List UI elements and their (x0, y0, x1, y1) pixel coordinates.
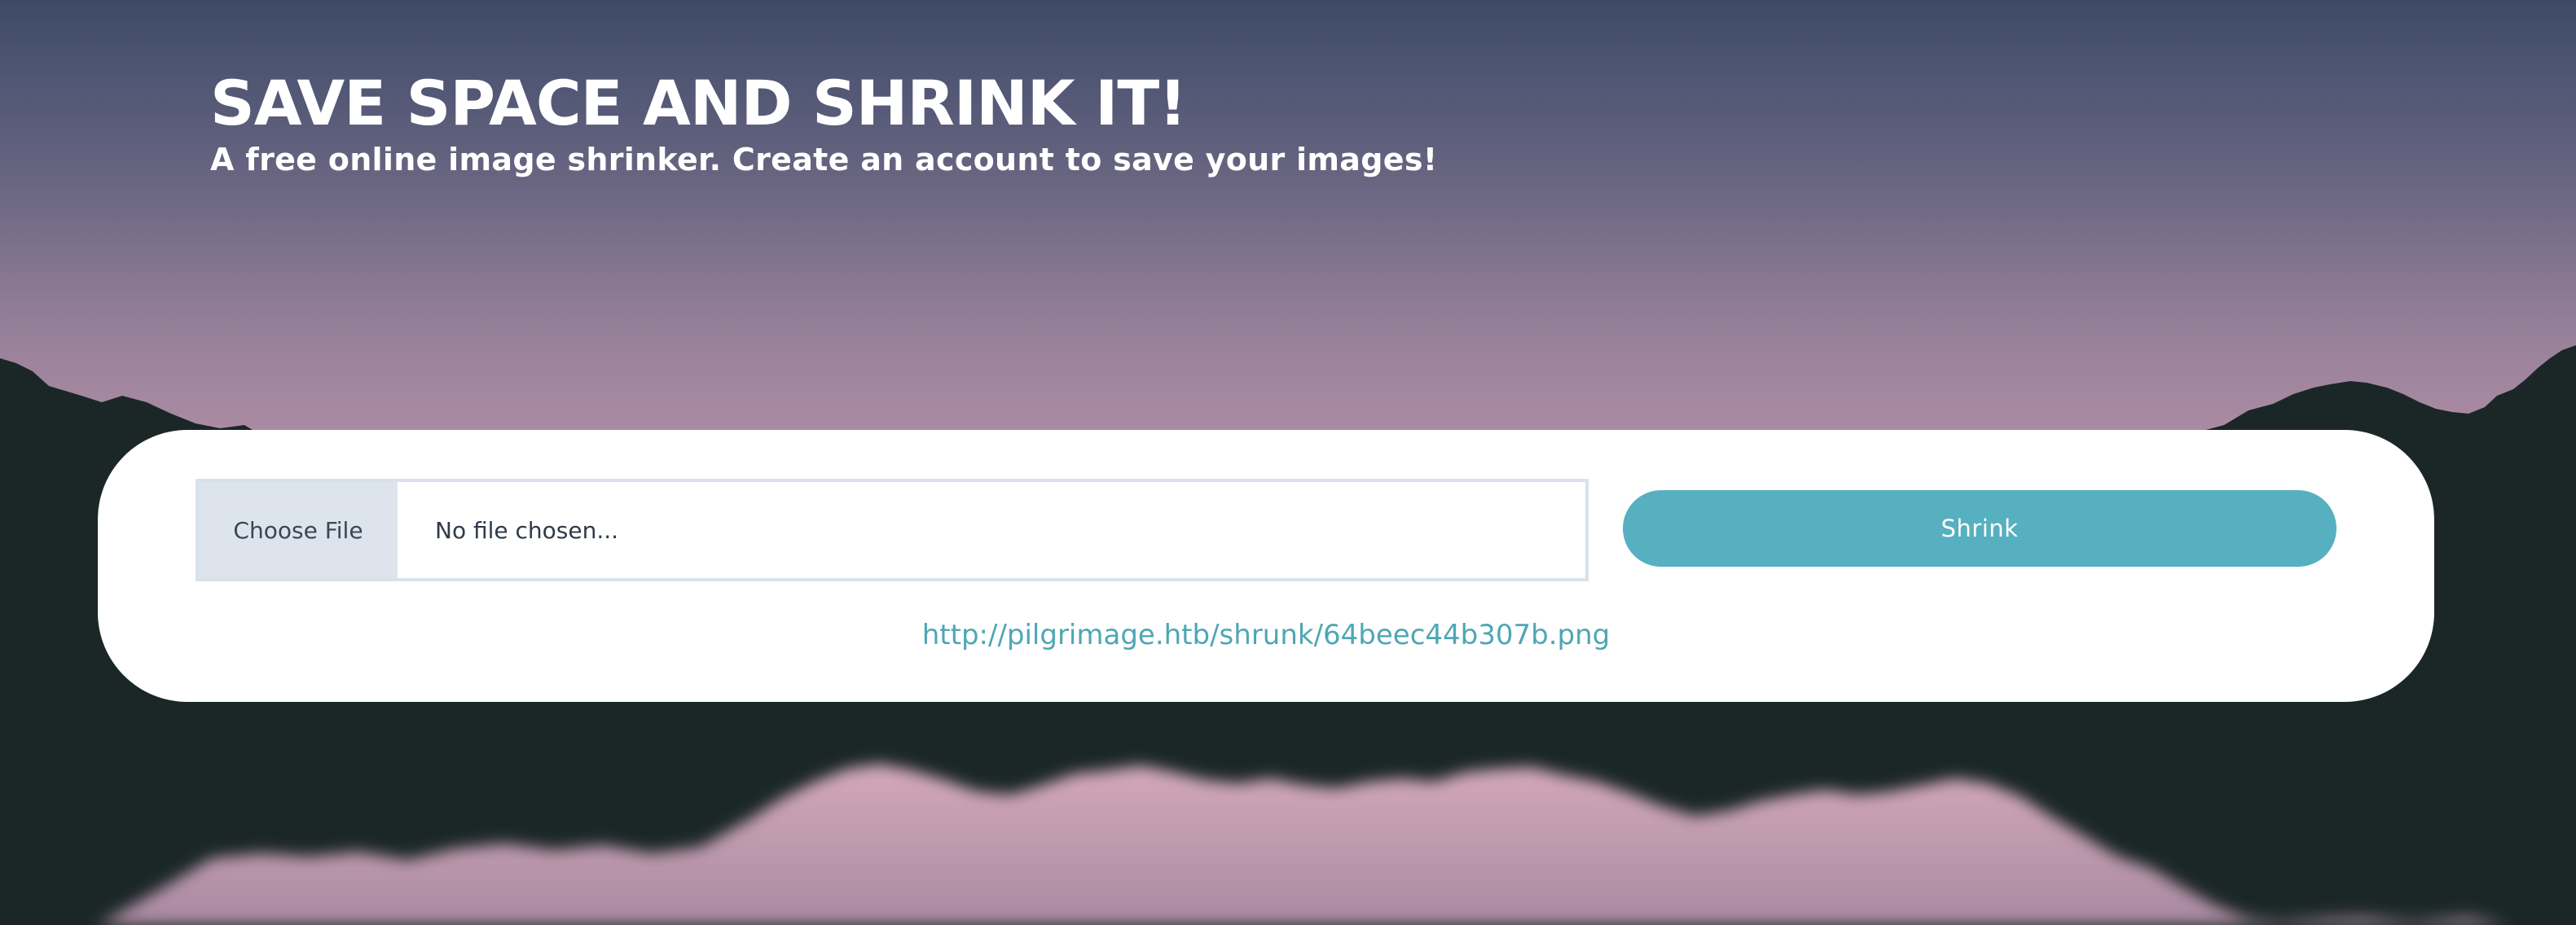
shrink-button[interactable]: Shrink (1623, 490, 2336, 567)
choose-file-button[interactable]: Choose File (199, 482, 398, 578)
shrunk-image-link[interactable]: http://pilgrimage.htb/shrunk/64beec44b30… (98, 619, 2434, 651)
page-subtitle: A free online image shrinker. Create an … (210, 142, 1438, 178)
file-input[interactable]: Choose File No file chosen... (196, 479, 1589, 581)
upload-panel: Choose File No file chosen... Shrink htt… (98, 430, 2434, 702)
page-title: SAVE SPACE AND SHRINK IT! (210, 67, 1187, 139)
hero-header: SAVE SPACE AND SHRINK IT! A free online … (210, 67, 1437, 179)
file-name-label: No file chosen... (435, 516, 619, 544)
